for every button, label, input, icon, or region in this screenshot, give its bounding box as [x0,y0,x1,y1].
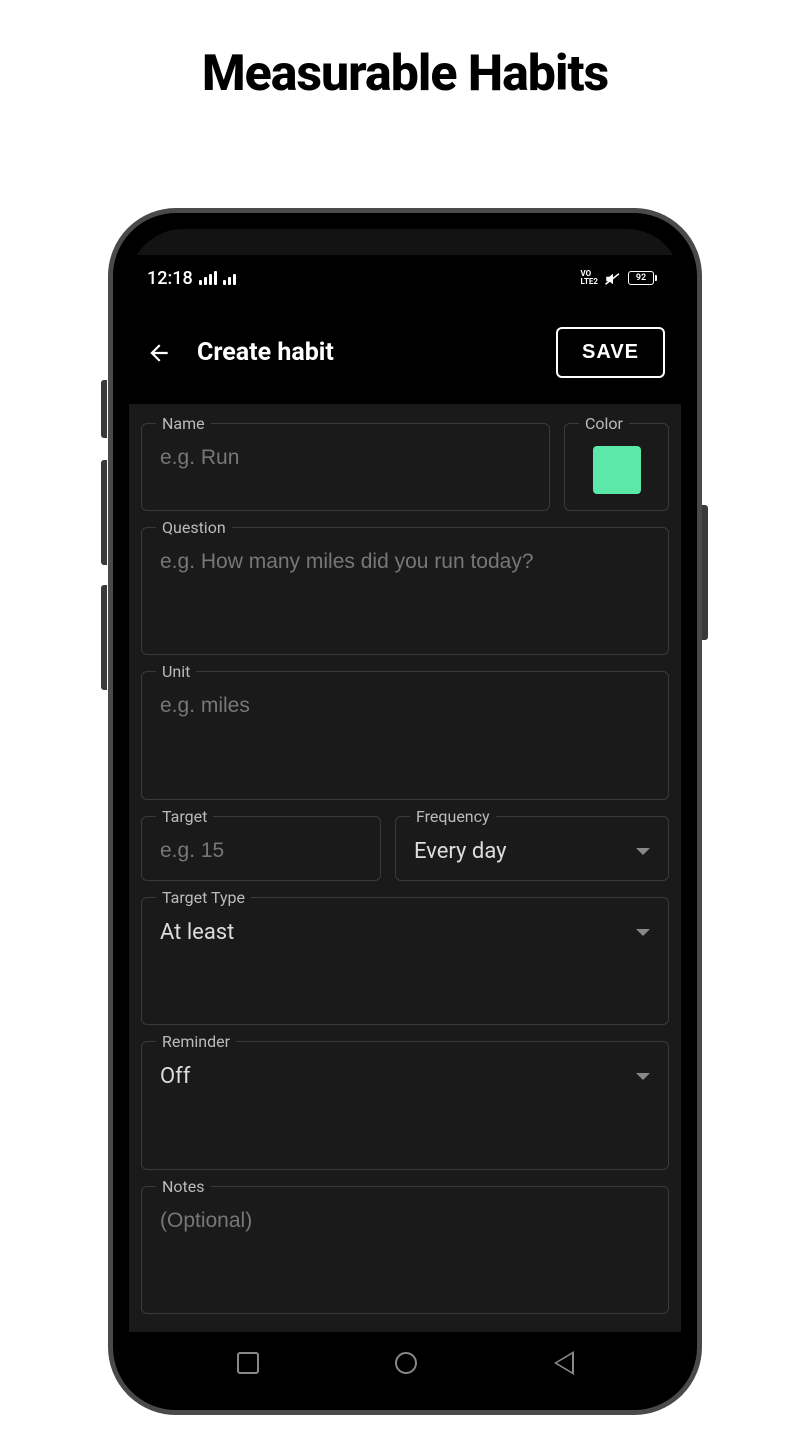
name-input[interactable] [160,446,531,470]
reminder-select[interactable]: Off [160,1064,650,1089]
notes-field[interactable]: Notes [141,1186,669,1314]
lte-icon: VO LTE2 [581,270,599,286]
nav-home-button[interactable] [395,1352,417,1374]
status-right: VO LTE2 92 [581,270,658,286]
app-header: Create habit SAVE [129,301,681,405]
android-nav-bar [129,1332,681,1394]
frequency-field[interactable]: Frequency Every day [395,816,669,881]
reminder-label: Reminder [156,1032,236,1051]
target-type-field[interactable]: Target Type At least [141,897,669,1025]
question-field[interactable]: Question [141,527,669,655]
target-field[interactable]: Target [141,816,381,881]
save-button[interactable]: SAVE [556,327,665,378]
question-input[interactable] [160,550,650,574]
phone-volume-down-button [101,585,107,690]
header-title: Create habit [197,338,532,367]
reminder-value: Off [160,1064,190,1089]
nav-back-button[interactable] [553,1351,573,1375]
phone-frame: 12:18 VO LTE2 [108,208,702,1415]
mute-icon [604,271,622,285]
phone-volume-up-button [101,460,107,565]
unit-label: Unit [156,662,196,681]
phone-side-button [101,380,107,438]
phone-power-button [702,505,708,640]
page-title: Measurable Habits [0,0,810,103]
target-label: Target [156,807,213,826]
color-swatch[interactable] [593,446,641,494]
phone-screen: 12:18 VO LTE2 [129,229,681,1394]
status-time: 12:18 [147,268,193,289]
unit-input[interactable] [160,694,650,718]
color-label: Color [579,414,629,433]
target-type-label: Target Type [156,888,251,907]
chevron-down-icon [636,1073,650,1080]
nav-recent-button[interactable] [237,1352,259,1374]
arrow-left-icon [146,340,172,366]
battery-icon: 92 [628,271,657,285]
reminder-field[interactable]: Reminder Off [141,1041,669,1169]
chevron-down-icon [636,929,650,936]
frequency-label: Frequency [410,807,496,826]
status-left: 12:18 [147,268,236,289]
notes-label: Notes [156,1177,211,1196]
signal-icon [199,271,217,285]
unit-field[interactable]: Unit [141,671,669,799]
target-input[interactable] [160,839,362,863]
signal-icon [223,271,236,285]
frequency-value: Every day [414,839,507,864]
chevron-down-icon [636,848,650,855]
notes-input[interactable] [160,1209,650,1233]
name-label: Name [156,414,211,433]
name-field[interactable]: Name [141,423,550,511]
target-type-value: At least [160,920,234,945]
back-button[interactable] [145,339,173,367]
color-field[interactable]: Color [564,423,669,511]
form-area: Name Color Question Unit [129,405,681,1332]
question-label: Question [156,518,232,537]
target-type-select[interactable]: At least [160,920,650,945]
status-bar: 12:18 VO LTE2 [129,255,681,301]
frequency-select[interactable]: Every day [414,839,650,864]
